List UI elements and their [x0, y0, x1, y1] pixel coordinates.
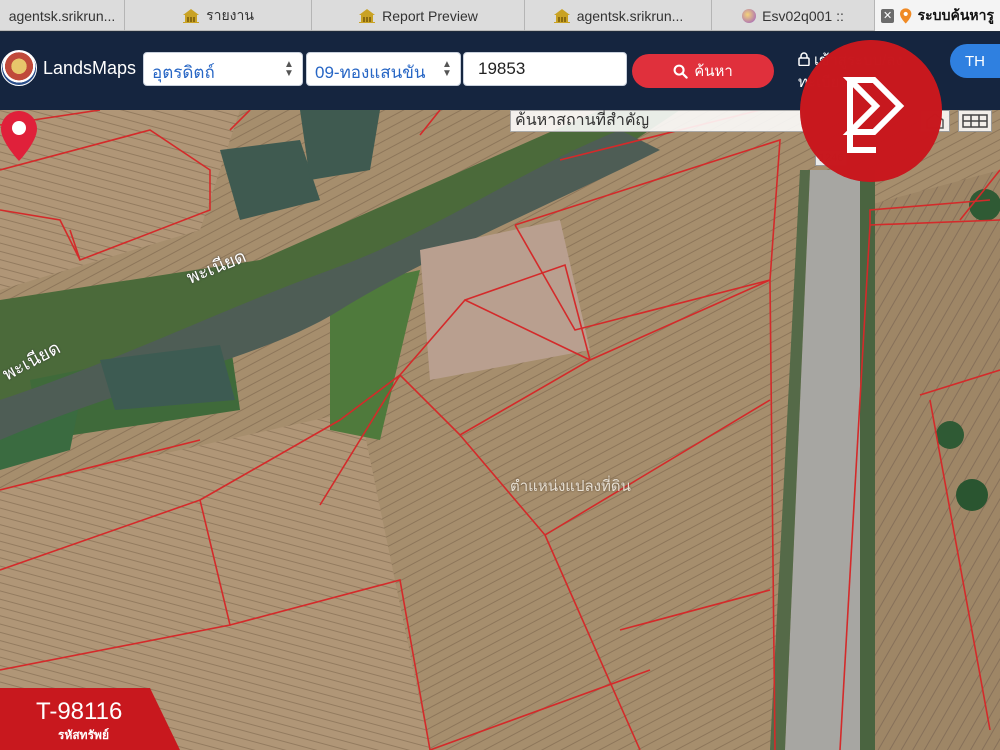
map-imagery — [0, 110, 1000, 750]
tab-label: agentsk.srikrun... — [8, 7, 116, 24]
chevron-updown-icon: ▲ ▼ — [284, 59, 294, 79]
parcel-number-value: 19853 — [478, 59, 526, 78]
parcel-number-input[interactable]: 19853 — [463, 52, 627, 86]
place-search-placeholder: ค้นหาสถานที่สำคัญ — [515, 112, 650, 129]
language-label: TH — [965, 52, 985, 70]
screen: agentsk.srikrun... รายงาน Report Preview… — [0, 0, 1000, 750]
province-value: อุตรดิตถ์ — [152, 63, 215, 82]
temple-icon — [183, 8, 200, 23]
district-select[interactable]: 09-ทองแสนขัน ▲ ▼ — [306, 52, 461, 86]
province-select[interactable]: อุตรดิตถ์ ▲ ▼ — [143, 52, 303, 86]
search-button[interactable]: ค้นหา — [632, 54, 774, 88]
search-button-label: ค้นหา — [694, 63, 733, 80]
map-grid-button[interactable] — [958, 110, 992, 132]
browser-tab-active[interactable]: ✕ ระบบค้นหารู — [875, 0, 1000, 31]
app-logo-text[interactable]: LandsMaps — [43, 58, 136, 79]
map-pin-icon — [900, 7, 912, 24]
browser-tab[interactable]: Esv02q001 :: — [712, 0, 875, 31]
brand-watermark-logo — [800, 40, 942, 182]
parcel-location-label: ตำแหน่งแปลงที่ดิน — [510, 478, 631, 495]
location-pin-icon[interactable] — [0, 110, 38, 162]
tab-label: agentsk.srikrun... — [576, 7, 684, 24]
close-icon[interactable]: ✕ — [881, 8, 895, 23]
language-toggle[interactable]: TH — [950, 44, 1000, 78]
tab-label: ระบบค้นหารู — [917, 6, 994, 23]
browser-tab[interactable]: Report Preview — [312, 0, 525, 31]
temple-icon — [553, 8, 570, 23]
browser-tab[interactable]: รายงาน — [125, 0, 312, 31]
tab-label: Report Preview — [382, 7, 478, 24]
globe-icon — [742, 8, 757, 23]
search-icon — [673, 64, 688, 79]
property-code: T-98116 — [36, 698, 123, 725]
place-search-input[interactable]: ค้นหาสถานที่สำคัญ — [510, 110, 805, 132]
grid-icon — [962, 114, 988, 128]
browser-tab[interactable]: agentsk.srikrun... — [525, 0, 712, 31]
chevron-updown-icon: ▲ ▼ — [442, 59, 452, 79]
lock-icon — [798, 52, 810, 67]
browser-tab-bar: agentsk.srikrun... รายงาน Report Preview… — [0, 0, 1000, 31]
landsmaps-emblem-icon — [1, 50, 37, 86]
tab-label: รายงาน — [206, 6, 254, 23]
browser-tab[interactable]: agentsk.srikrun... — [0, 0, 125, 31]
property-code-label: รหัสทรัพย์ — [58, 728, 109, 742]
satellite-map[interactable]: ค้นหาสถานที่สำคัญ 1246 พะเนียด พะเนียด ต… — [0, 110, 1000, 750]
district-value: 09-ทองแสนขัน — [315, 63, 426, 82]
temple-icon — [359, 8, 376, 23]
tab-label: Esv02q001 :: — [762, 7, 844, 24]
